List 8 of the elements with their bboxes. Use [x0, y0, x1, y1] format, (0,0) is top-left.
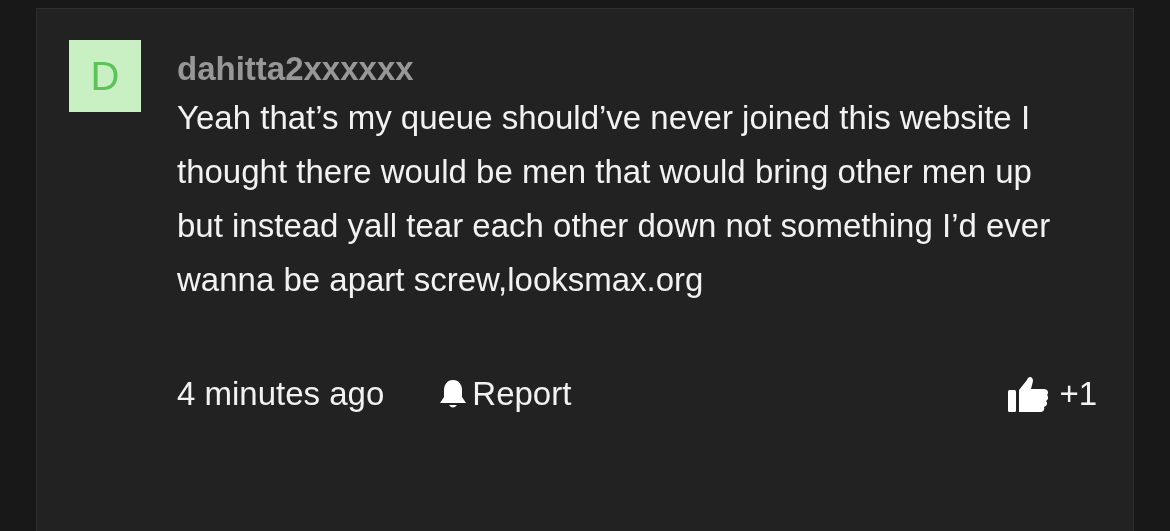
- bell-icon: [438, 378, 469, 410]
- timestamp: 4 minutes ago: [177, 375, 385, 413]
- avatar: D: [69, 40, 141, 112]
- thumbs-up-icon: [1007, 375, 1050, 413]
- like-button[interactable]: +1: [1007, 375, 1097, 413]
- username: dahitta2xxxxxx: [177, 49, 415, 89]
- comment-text: Yeah that’s my queue should’ve never joined this website I thought there would be men that would bring other men up but instead yall tear each other down not something I’d ever wanna be apart screw,looksmax.org: [177, 98, 1052, 300]
- report-button[interactable]: Report: [438, 375, 572, 413]
